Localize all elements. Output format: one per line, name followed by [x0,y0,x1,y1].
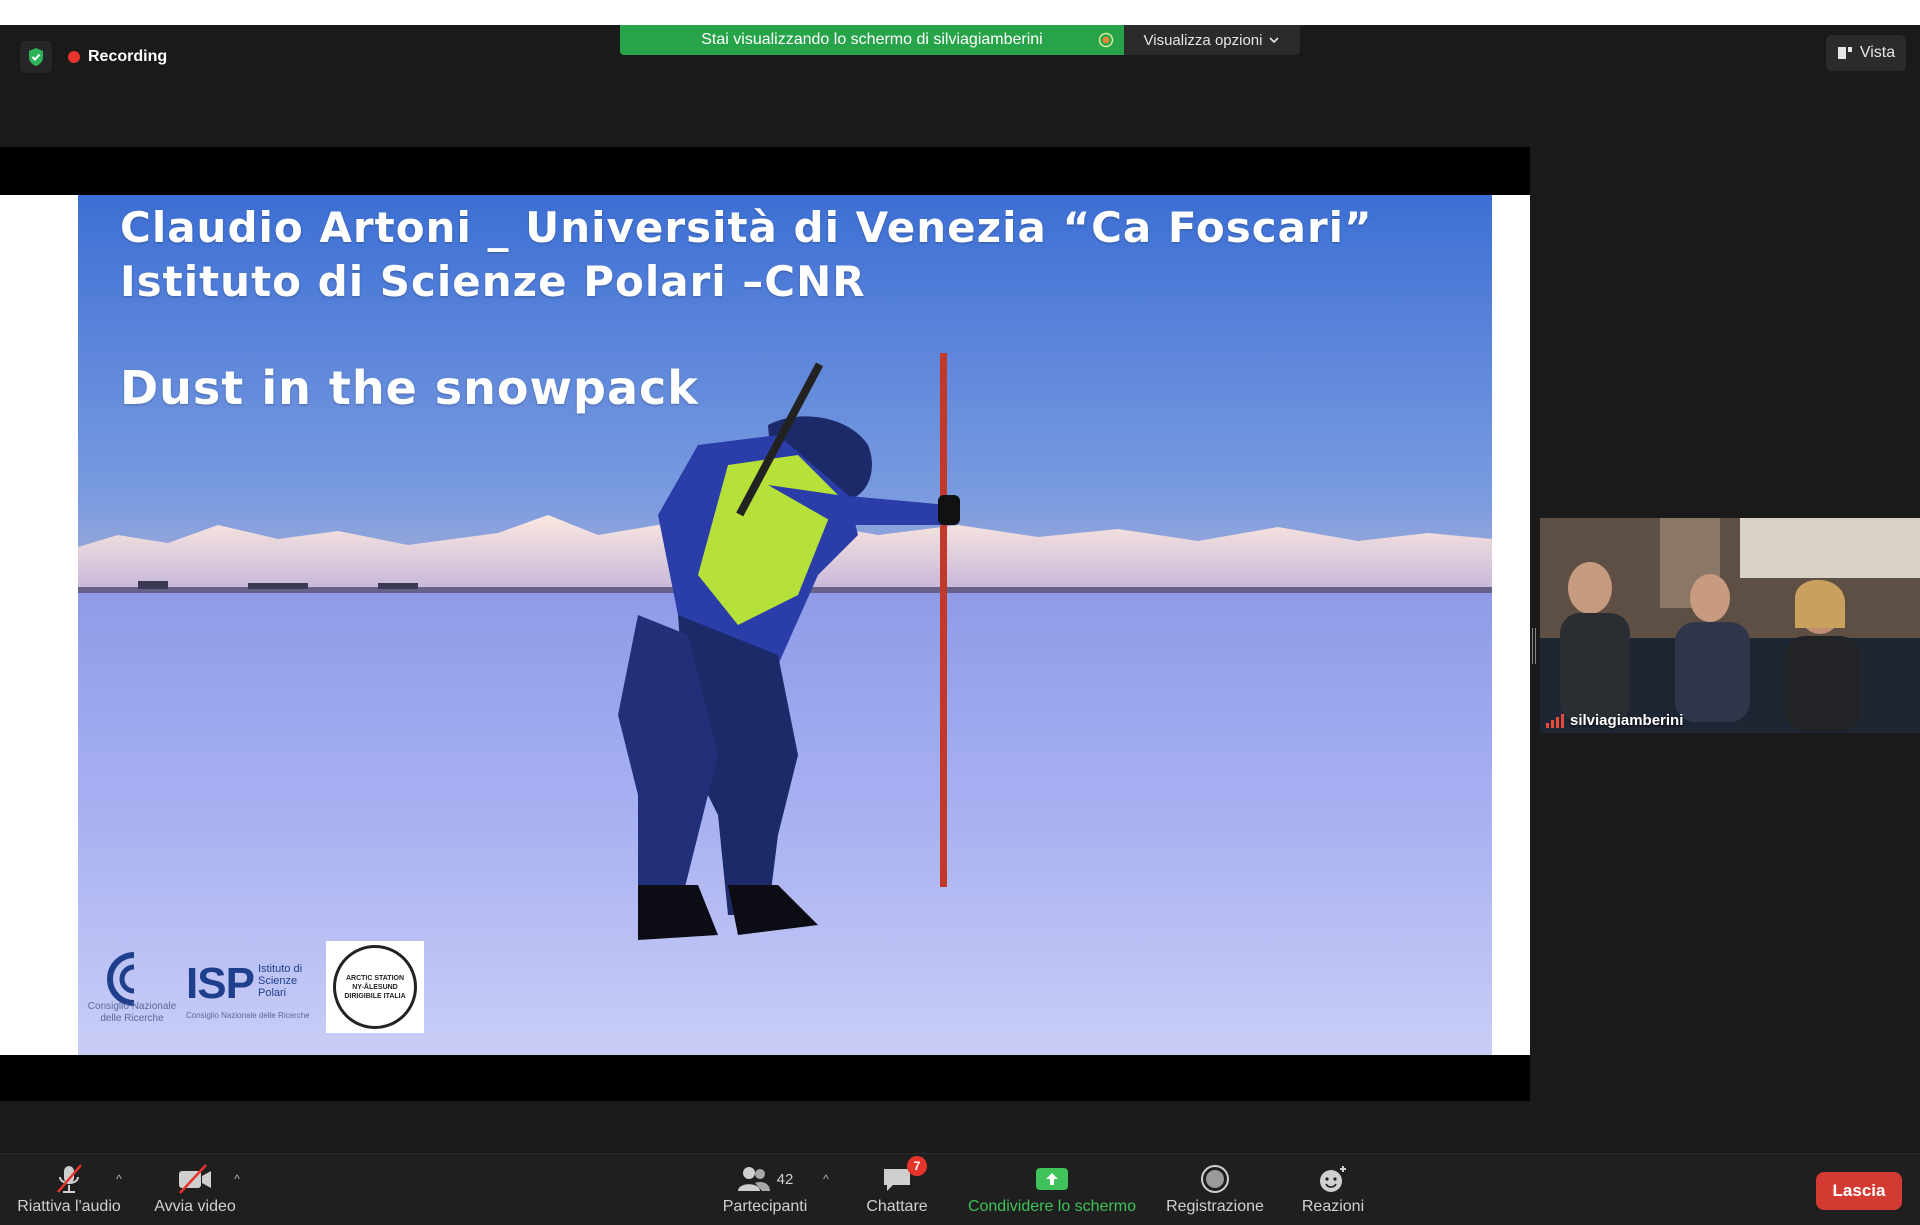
camera-off-icon [176,1162,214,1196]
cnr-logo-text: Consiglio Nazionale delle Ricerche [87,1001,177,1024]
arctic-station-logo: ARCTIC STATION NY-ÅLESUND DIRIGIBILE ITA… [326,941,424,1033]
chat-icon-wrap: 7 [881,1156,927,1196]
participants-count: 42 [776,1170,794,1188]
panel-resize-handle[interactable] [1531,628,1537,664]
participants-icon-group: 42 [737,1162,794,1196]
reactions-icon [1317,1162,1349,1196]
record-dot-icon [68,51,80,63]
share-screen-button[interactable]: Condividere lo schermo [960,1162,1144,1222]
participants-options-caret-icon[interactable]: ^ [819,1172,833,1186]
share-screen-icon [1035,1162,1069,1196]
audio-label: Riattiva l'audio [17,1198,121,1215]
isp-logo-foot: Consiglio Nazionale delle Ricerche [186,1011,310,1020]
view-label: Vista [1859,44,1896,61]
chat-unread-badge: 7 [907,1156,927,1176]
slide-title-line1: Claudio Artoni _ Università di Venezia “… [120,203,1373,252]
screen-share-banner: Stai visualizzando lo schermo di silviag… [620,25,1124,55]
share-screen-label: Condividere lo schermo [967,1198,1137,1215]
mic-muted-icon [54,1162,84,1196]
arctic-logo-mid: NY-ÅLESUND [352,983,398,991]
isp-logo-sub: Istituto di Scienze Polari [258,963,303,999]
participant-video-frame [1540,518,1920,733]
view-options-label: Visualizza opzioni [1143,31,1263,49]
isp-logo: ISP Istituto di Scienze Polari Consiglio… [186,937,316,1033]
recording-indicator[interactable]: Recording [68,43,167,71]
start-video-button[interactable]: Avvia video [150,1162,240,1222]
reactions-button[interactable]: Reazioni [1296,1162,1370,1222]
meeting-toolbar: Riattiva l'audio ^ Avvia video ^ 42 Part… [0,1153,1920,1225]
record-icon [1200,1162,1230,1196]
arctic-logo-top: ARCTIC STATION [345,974,405,982]
participant-name: silviagiamberini [1570,712,1684,729]
leave-button[interactable]: Lascia [1816,1172,1902,1210]
slide-subtitle: Dust in the snowpack [120,361,699,415]
participant-name-label: silviagiamberini [1546,712,1683,729]
shared-screen: Claudio Artoni _ Università di Venezia “… [0,147,1530,1101]
arctic-logo-bottom: DIRIGIBILE ITALIA [344,992,406,1000]
isp-logo-text: ISP [186,959,255,1008]
share-status-icon [1098,32,1114,48]
view-button[interactable]: Vista [1826,35,1906,71]
security-shield-icon[interactable] [20,41,52,73]
reactions-label: Reazioni [1301,1198,1365,1215]
record-label: Registrazione [1166,1198,1264,1215]
video-options-caret-icon[interactable]: ^ [230,1172,244,1186]
arctic-station-seal: ARCTIC STATION NY-ÅLESUND DIRIGIBILE ITA… [333,945,417,1029]
chat-label: Chattare [866,1198,928,1215]
chat-button[interactable]: 7 Chattare [860,1156,934,1222]
participants-icon [737,1167,770,1191]
view-layout-icon [1837,47,1852,59]
video-label: Avvia video [154,1198,236,1215]
audio-options-caret-icon[interactable]: ^ [112,1172,126,1186]
slide-title-line2: Istituto di Scienze Polari –CNR [120,257,866,306]
top-white-strip [0,0,1920,25]
unmute-audio-button[interactable]: Riattiva l'audio [14,1162,124,1222]
view-options-button[interactable]: Visualizza opzioni [1124,25,1300,55]
participant-video-tile[interactable]: silviagiamberini [1540,518,1920,733]
participants-label: Partecipanti [722,1198,808,1215]
slide-frame: Claudio Artoni _ Università di Venezia “… [0,195,1530,1055]
chevron-down-icon [1269,37,1280,44]
share-banner-text: Stai visualizzando lo schermo di silviag… [701,31,1043,48]
slide-background-photo [78,195,1492,1055]
connection-signal-icon [1546,713,1564,728]
participants-button[interactable]: 42 Partecipanti [718,1162,812,1222]
record-button[interactable]: Registrazione [1160,1162,1270,1222]
recording-label: Recording [88,48,168,65]
presentation-slide: Claudio Artoni _ Università di Venezia “… [78,195,1492,1055]
meeting-window: Recording Stai visualizzando lo schermo … [0,25,1920,1225]
